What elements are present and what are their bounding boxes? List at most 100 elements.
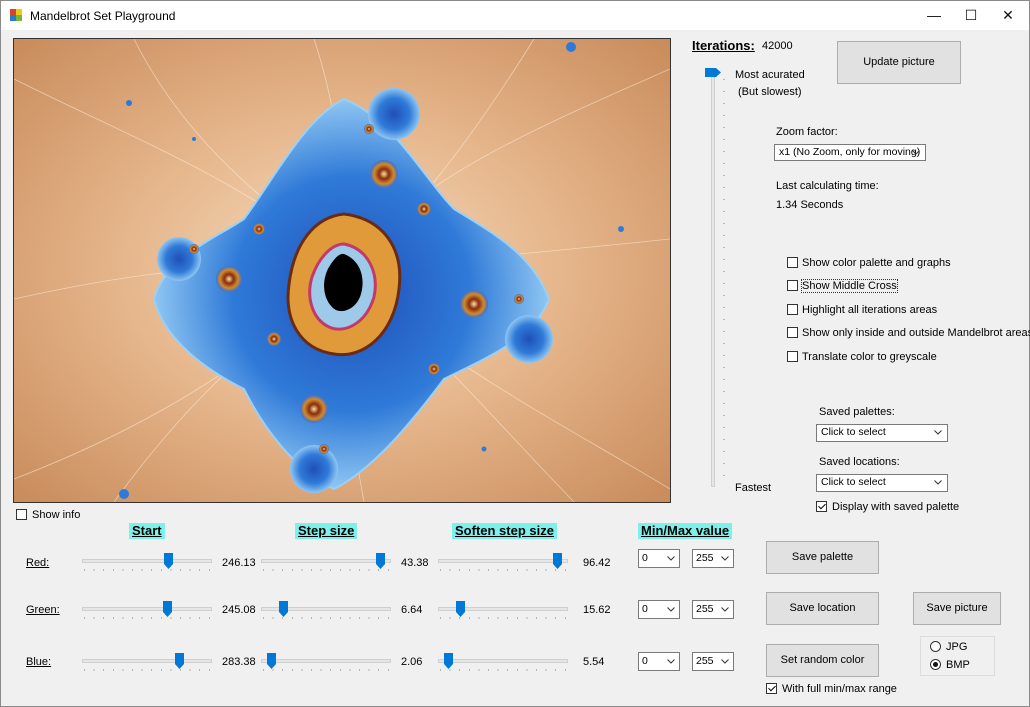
red-step-thumb[interactable] bbox=[376, 553, 385, 569]
close-button[interactable]: ✕ bbox=[989, 1, 1027, 30]
title-bar: Mandelbrot Set Playground — ☐ ✕ bbox=[1, 1, 1029, 30]
show-palette-label: Show color palette and graphs bbox=[802, 257, 951, 269]
save-picture-button[interactable]: Save picture bbox=[913, 592, 1001, 625]
show-palette-checkbox[interactable] bbox=[787, 257, 798, 268]
green-max-value: 255 bbox=[696, 603, 714, 615]
blue-soften-thumb[interactable] bbox=[444, 653, 453, 669]
chevron-down-icon bbox=[721, 607, 729, 612]
saved-locations-value: Click to select bbox=[821, 476, 886, 488]
full-range-checkbox[interactable] bbox=[766, 683, 777, 694]
chevron-down-icon bbox=[667, 659, 675, 664]
green-min-select[interactable]: 0 bbox=[638, 600, 680, 619]
blue-max-select[interactable]: 255 bbox=[692, 652, 734, 671]
red-label: Red: bbox=[26, 557, 50, 569]
green-soften-thumb[interactable] bbox=[456, 601, 465, 617]
jpg-label: JPG bbox=[946, 641, 968, 653]
last-calc-value: 1.34 Seconds bbox=[776, 199, 844, 211]
show-middle-cross-checkbox[interactable] bbox=[787, 280, 798, 291]
blue-label: Blue: bbox=[26, 656, 52, 668]
red-max-value: 255 bbox=[696, 552, 714, 564]
greyscale-checkbox[interactable] bbox=[787, 351, 798, 362]
but-slowest-label: (But slowest) bbox=[738, 86, 802, 98]
red-soften-value: 96.42 bbox=[583, 557, 611, 569]
green-max-select[interactable]: 255 bbox=[692, 600, 734, 619]
fastest-label: Fastest bbox=[735, 482, 772, 494]
green-soften-value: 15.62 bbox=[583, 604, 611, 616]
highlight-iterations-checkbox[interactable] bbox=[787, 304, 798, 315]
red-max-select[interactable]: 255 bbox=[692, 549, 734, 568]
iterations-label: Iterations: bbox=[692, 38, 755, 53]
green-step-slider[interactable] bbox=[261, 601, 391, 621]
highlight-iterations-label: Highlight all iterations areas bbox=[802, 304, 938, 316]
full-range-label: With full min/max range bbox=[782, 683, 897, 695]
red-soften-slider[interactable] bbox=[438, 553, 568, 573]
chevron-down-icon bbox=[667, 556, 675, 561]
saved-palettes-select[interactable]: Click to select bbox=[816, 424, 948, 442]
update-picture-button[interactable]: Update picture bbox=[837, 41, 961, 84]
fractal-image bbox=[14, 39, 670, 502]
app-icon bbox=[10, 9, 22, 21]
red-step-slider[interactable] bbox=[261, 553, 391, 573]
most-accurate-label: Most acurated bbox=[735, 69, 805, 81]
bmp-radio[interactable] bbox=[930, 659, 941, 670]
jpg-radio[interactable] bbox=[930, 641, 941, 652]
red-start-thumb[interactable] bbox=[164, 553, 173, 569]
bmp-label: BMP bbox=[946, 659, 970, 671]
blue-step-slider[interactable] bbox=[261, 653, 391, 673]
saved-locations-label: Saved locations: bbox=[819, 456, 900, 468]
blue-step-value: 2.06 bbox=[401, 656, 423, 668]
minimize-button[interactable]: — bbox=[915, 1, 953, 30]
green-min-value: 0 bbox=[642, 603, 648, 615]
saved-locations-select[interactable]: Click to select bbox=[816, 474, 948, 492]
show-info-label: Show info bbox=[32, 509, 81, 521]
mandelbrot-picture[interactable] bbox=[13, 38, 671, 503]
red-soften-thumb[interactable] bbox=[553, 553, 562, 569]
save-palette-button[interactable]: Save palette bbox=[766, 541, 879, 574]
show-middle-cross-label: Show Middle Cross bbox=[801, 279, 898, 293]
saved-palettes-label: Saved palettes: bbox=[819, 406, 895, 418]
min-max-header: Min/Max value bbox=[638, 523, 733, 539]
red-min-select[interactable]: 0 bbox=[638, 549, 680, 568]
soften-step-header: Soften step size bbox=[452, 523, 557, 539]
green-start-slider[interactable] bbox=[82, 601, 212, 621]
blue-min-select[interactable]: 0 bbox=[638, 652, 680, 671]
red-start-value: 246.13 bbox=[222, 557, 256, 569]
display-saved-palette-checkbox[interactable] bbox=[816, 501, 827, 512]
red-min-value: 0 bbox=[642, 552, 648, 564]
window-title: Mandelbrot Set Playground bbox=[30, 9, 176, 23]
blue-start-thumb[interactable] bbox=[175, 653, 184, 669]
blue-step-thumb[interactable] bbox=[267, 653, 276, 669]
maximize-button[interactable]: ☐ bbox=[952, 1, 990, 30]
iterations-slider-thumb[interactable] bbox=[705, 68, 721, 77]
zoom-factor-select[interactable]: x1 (No Zoom, only for moving) bbox=[774, 144, 926, 161]
save-location-button[interactable]: Save location bbox=[766, 592, 879, 625]
blue-start-slider[interactable] bbox=[82, 653, 212, 673]
blue-soften-slider[interactable] bbox=[438, 653, 568, 673]
green-start-value: 245.08 bbox=[222, 604, 256, 616]
green-step-value: 6.64 bbox=[401, 604, 423, 616]
green-soften-slider[interactable] bbox=[438, 601, 568, 621]
show-info-checkbox[interactable] bbox=[16, 509, 27, 520]
step-size-header: Step size bbox=[295, 523, 358, 539]
blue-start-value: 283.38 bbox=[222, 656, 256, 668]
blue-soften-value: 5.54 bbox=[583, 656, 605, 668]
inside-outside-label: Show only inside and outside Mandelbrot … bbox=[802, 327, 1030, 339]
iterations-value: 42000 bbox=[762, 40, 793, 52]
inside-outside-checkbox[interactable] bbox=[787, 327, 798, 338]
app-window: Mandelbrot Set Playground — ☐ ✕ Show inf… bbox=[0, 0, 1030, 707]
green-step-thumb[interactable] bbox=[279, 601, 288, 617]
saved-palettes-value: Click to select bbox=[821, 426, 886, 438]
greyscale-label: Translate color to greyscale bbox=[802, 351, 937, 363]
red-start-slider[interactable] bbox=[82, 553, 212, 573]
chevron-down-icon bbox=[667, 607, 675, 612]
chevron-down-icon bbox=[934, 480, 942, 485]
iterations-slider-track[interactable] bbox=[711, 71, 715, 487]
red-step-value: 43.38 bbox=[401, 557, 429, 569]
zoom-factor-value: x1 (No Zoom, only for moving) bbox=[779, 146, 921, 158]
blue-max-value: 255 bbox=[696, 655, 714, 667]
green-label: Green: bbox=[26, 604, 60, 616]
last-calc-label: Last calculating time: bbox=[776, 180, 879, 192]
green-start-thumb[interactable] bbox=[163, 601, 172, 617]
set-random-color-button[interactable]: Set random color bbox=[766, 644, 879, 677]
iterations-slider-ticks bbox=[723, 79, 725, 483]
